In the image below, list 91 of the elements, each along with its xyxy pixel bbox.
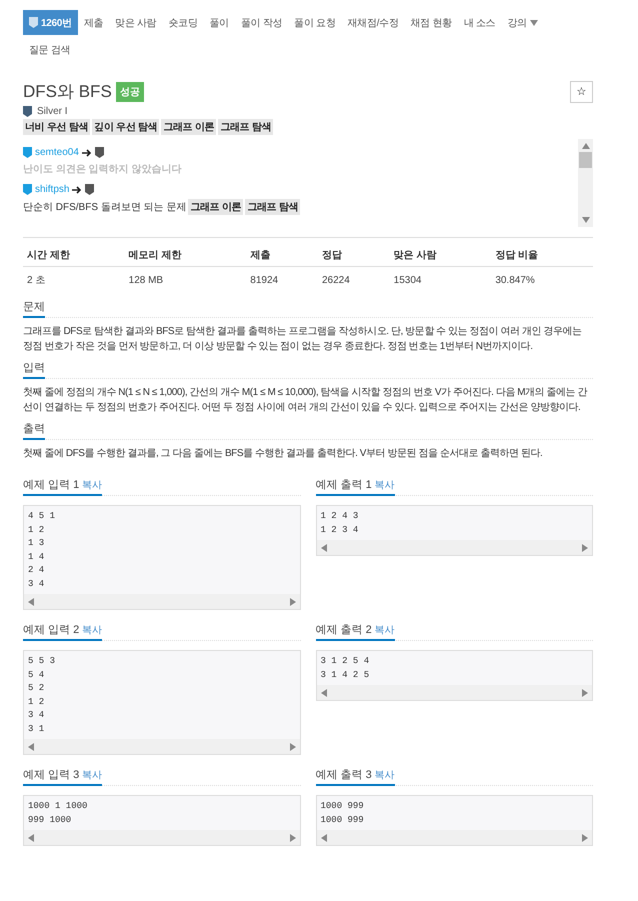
horizontal-scrollbar[interactable] [316, 685, 592, 700]
sample-title: 예제 입력 2 [23, 623, 80, 637]
table-cell: 128 MB [124, 266, 246, 293]
nav-tab[interactable]: 맞은 사람 [109, 10, 162, 35]
copy-link[interactable]: 복사 [374, 478, 395, 492]
result-badge: 성공 [116, 82, 144, 102]
scroll-left-icon[interactable] [320, 688, 326, 696]
section-heading: 입력 [23, 361, 45, 375]
nav-tab[interactable]: 숏코딩 [162, 10, 204, 35]
copy-link[interactable]: 복사 [82, 768, 102, 782]
scroll-up-icon[interactable] [582, 143, 590, 149]
nav-tab[interactable]: 1260번 [23, 10, 78, 35]
scroll-right-icon[interactable] [290, 834, 296, 842]
column-header: 맞은 사람 [390, 238, 492, 266]
copy-link[interactable]: 복사 [82, 623, 102, 637]
sample-code: 4 5 1 1 2 1 3 1 4 2 4 3 4 [27, 510, 56, 590]
algorithm-tag[interactable]: 그래프 이론 [188, 199, 244, 215]
section-heading: 출력 [23, 422, 45, 436]
nav-tab[interactable]: 채점 현황 [404, 10, 458, 35]
scroll-right-icon[interactable] [582, 688, 588, 696]
algorithm-tag[interactable]: 깊이 우선 탐색 [92, 119, 160, 135]
nav-tab[interactable]: 풀이 [204, 10, 235, 35]
sample-code: 1000 999 1000 999 [320, 800, 365, 826]
column-header: 정답 [318, 238, 390, 266]
horizontal-scrollbar[interactable] [316, 830, 592, 845]
scroll-down-icon[interactable] [582, 217, 590, 223]
scroll-right-icon[interactable] [582, 544, 588, 552]
horizontal-scrollbar[interactable] [24, 739, 300, 754]
algorithm-tag[interactable]: 그래프 탐색 [218, 119, 274, 135]
algorithm-tag[interactable]: 그래프 이론 [161, 119, 216, 135]
tier-icon [23, 184, 32, 195]
sample-title: 예제 입력 3 [23, 768, 80, 782]
arrow-icon [82, 148, 92, 156]
sample-code: 5 5 3 5 4 5 2 1 2 3 4 3 1 [27, 655, 56, 736]
column-header: 메모리 제한 [124, 238, 246, 266]
table-cell: 15304 [390, 266, 492, 293]
arrow-icon [72, 186, 82, 194]
tier-icon [23, 147, 32, 158]
scroll-thumb[interactable] [579, 152, 592, 168]
column-header: 제출 [246, 238, 318, 266]
nav-tab[interactable]: 내 소스 [458, 10, 502, 35]
table-cell: 81924 [246, 266, 318, 293]
sample-title: 예제 입력 1 [23, 478, 80, 492]
table-cell: 30.847% [491, 266, 593, 293]
sample-code: 1 2 4 3 1 2 3 4 [320, 510, 360, 536]
nav-tab[interactable]: 풀이 요청 [288, 10, 342, 35]
scroll-left-icon[interactable] [28, 742, 34, 750]
scroll-right-icon[interactable] [582, 834, 588, 842]
column-header: 정답 비율 [491, 238, 593, 266]
copy-link[interactable]: 복사 [374, 768, 395, 782]
table-cell: 2 초 [23, 266, 125, 293]
column-header: 시간 제한 [23, 238, 125, 266]
section-text: 첫째 줄에 DFS를 수행한 결과를, 그 다음 줄에는 BFS를 수행한 결과를 출력한다. V부터 방문된 점을 순서대로 출력하면 된다. [23, 447, 544, 461]
opinion-text: 난이도 의견은 입력하지 않았습니다 [23, 163, 182, 176]
sample-title: 예제 출력 1 [316, 478, 372, 492]
tier-icon [23, 106, 32, 117]
section-text: 그래프를 DFS로 탐색한 결과와 BFS로 탐색한 결과를 출력하는 프로그램을 작성하시오. 단, 방문할 수 있는 정점이 여러 개인 경우에는 정점 번호가 작은 것을 먼저 방문하고, 더 이상 방문할 수 있는 점이 없는 경우 종료한다. 정점 번호는 1번부터 N번까지이다. [23, 325, 582, 354]
scroll-left-icon[interactable] [28, 598, 34, 606]
sample-title: 예제 출력 3 [316, 768, 372, 782]
scroll-left-icon[interactable] [320, 834, 326, 842]
sample-title: 예제 출력 2 [316, 623, 372, 637]
algorithm-tag[interactable]: 너비 우선 탐색 [23, 119, 90, 135]
problem-title: DFS와 BFS [23, 81, 112, 103]
caret-icon[interactable] [530, 20, 538, 26]
copy-link[interactable]: 복사 [374, 623, 395, 637]
tier-icon [85, 184, 94, 195]
nav-tab[interactable]: 제출 [78, 10, 110, 35]
sample-code: 3 1 2 5 4 3 1 4 2 5 [320, 655, 370, 682]
favorite-button[interactable]: ☆ [570, 80, 593, 102]
horizontal-scrollbar[interactable] [316, 540, 592, 555]
section-text: 첫째 줄에 정점의 개수 N(1 ≤ N ≤ 1,000), 간선의 개수 M(1 ≤ M ≤ 10,000), 탐색을 시작할 정점의 번호 V가 주어진다. 다음 M개의 줄에는 간선이 연결하는 두 정점의 번호가 주어진다. 어떤 두 정점 사이에 여러 개의 간선이 있을 수 있다. 입력으로 주어지는 간선은 양방향이다. [23, 386, 588, 415]
scroll-right-icon[interactable] [290, 598, 296, 606]
nav-tab[interactable]: 재채점/수정 [342, 10, 404, 35]
horizontal-scrollbar[interactable] [24, 594, 300, 609]
opinion-text: 단순히 DFS/BFS 돌려보면 되는 문제 [23, 201, 186, 214]
tier-icon [29, 17, 38, 28]
horizontal-scrollbar[interactable] [24, 830, 300, 845]
scroll-left-icon[interactable] [28, 834, 34, 842]
sample-code: 1000 1 1000 999 1000 [27, 800, 88, 826]
scroll-left-icon[interactable] [320, 544, 326, 552]
table-cell: 26224 [318, 266, 390, 293]
tier-label: Silver I [37, 106, 68, 117]
copy-link[interactable]: 복사 [82, 478, 102, 492]
nav-tab[interactable]: 풀이 작성 [234, 10, 288, 35]
algorithm-tag[interactable]: 그래프 탐색 [245, 199, 300, 215]
vertical-scrollbar[interactable] [578, 139, 593, 227]
nav-tab[interactable]: 질문 검색 [23, 37, 76, 62]
tier-icon [94, 147, 104, 158]
nav-tab[interactable]: 강의 [501, 10, 544, 35]
scroll-right-icon[interactable] [290, 742, 296, 750]
section-heading: 문제 [23, 300, 45, 314]
